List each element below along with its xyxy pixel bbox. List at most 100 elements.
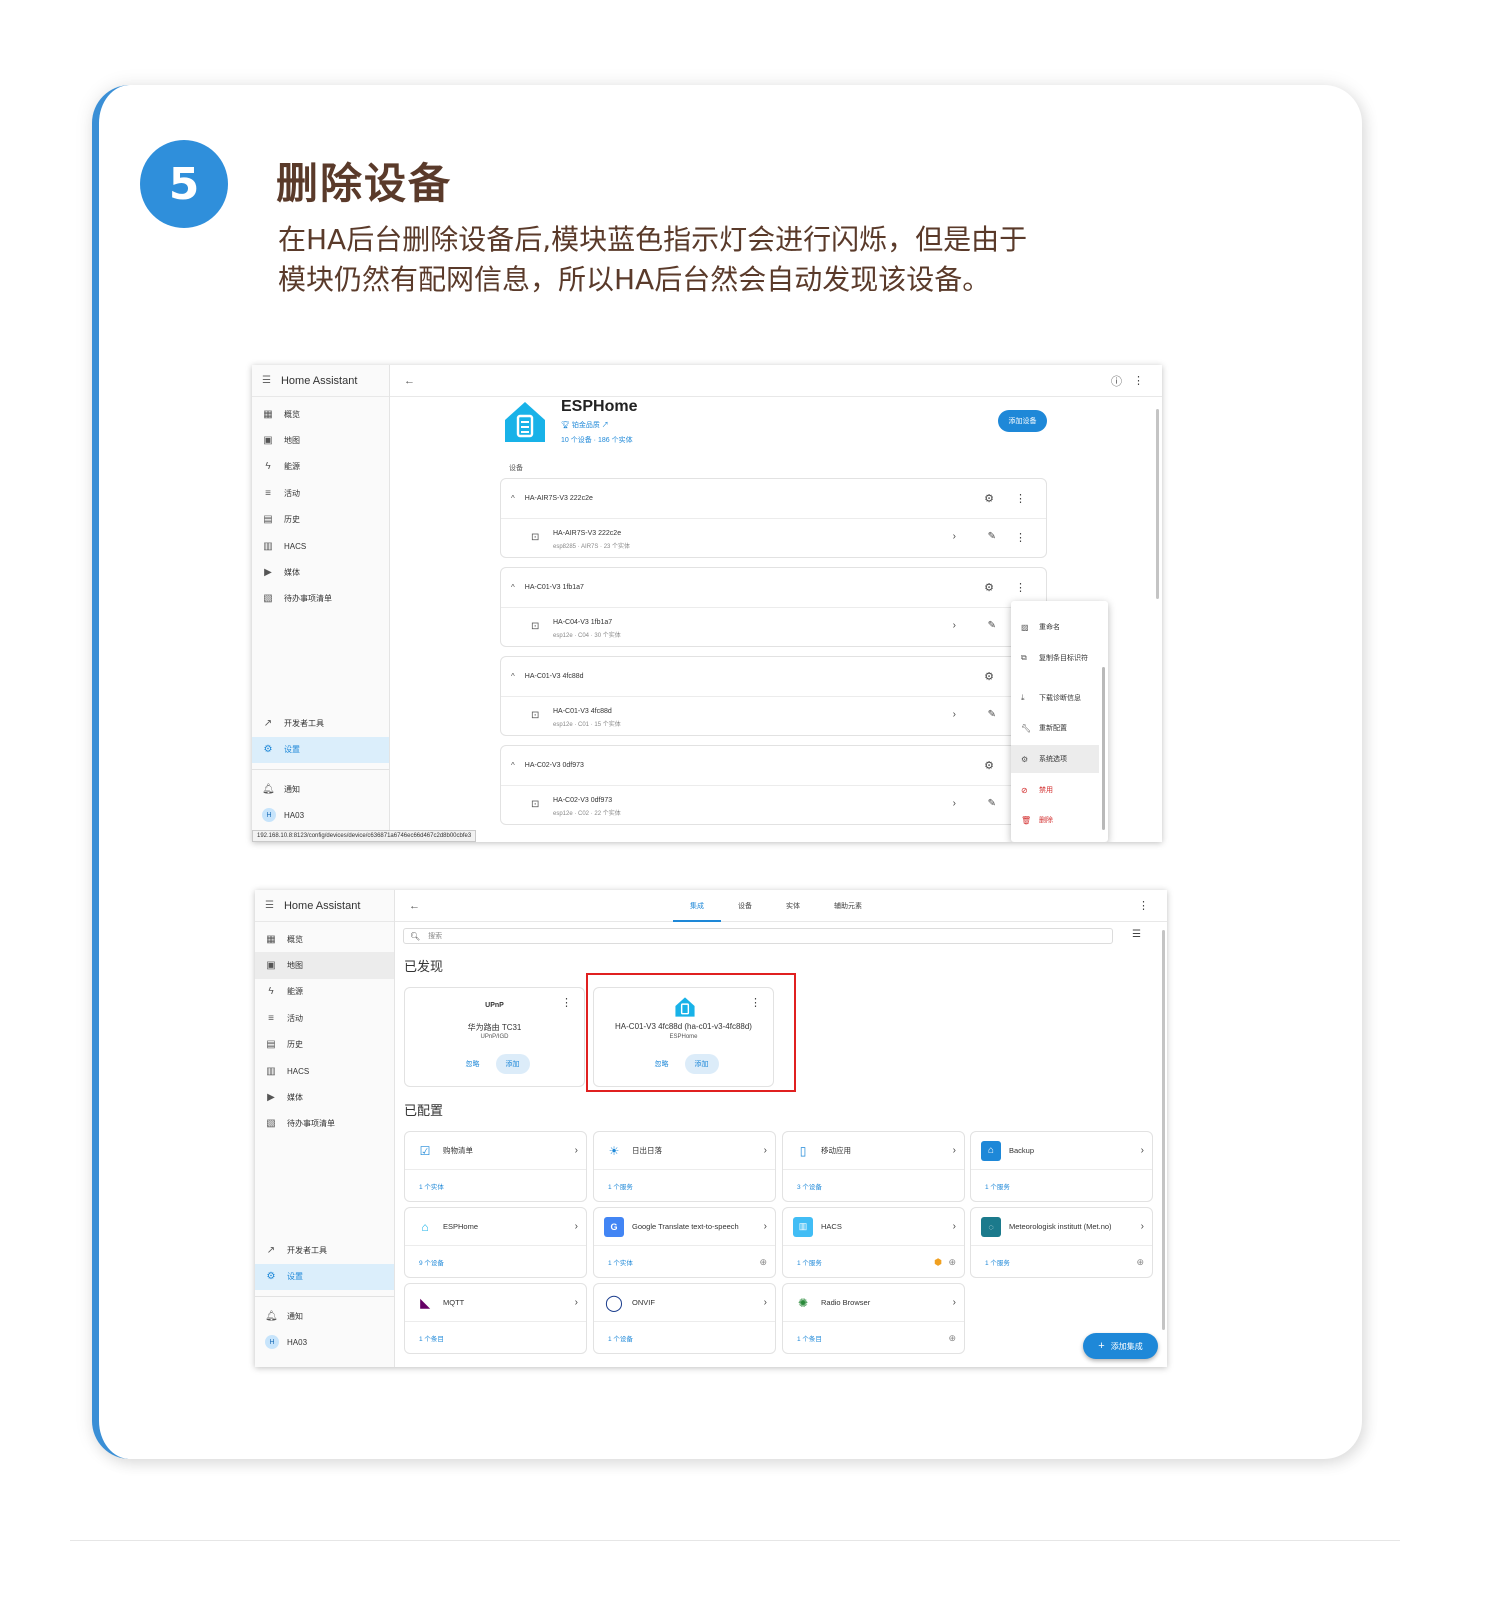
- ignore-button[interactable]: 忽略: [460, 1054, 486, 1074]
- pencil-icon[interactable]: ✎: [988, 531, 996, 542]
- sidebar-item-overview[interactable]: ▦ 概览: [255, 926, 394, 952]
- pencil-icon[interactable]: ✎: [988, 798, 996, 809]
- help-icon[interactable]: ⓘ: [1111, 373, 1122, 389]
- gear-icon[interactable]: ⚙: [984, 759, 994, 772]
- sidebar-item-notifications[interactable]: 🔔︎ 通知: [255, 1303, 394, 1329]
- chevron-right-icon[interactable]: ›: [953, 531, 956, 542]
- chevron-up-icon[interactable]: ^: [511, 583, 515, 592]
- sidebar-item-todo[interactable]: ▧ 待办事项清单: [255, 1111, 394, 1137]
- filter-icon[interactable]: ☰: [1132, 929, 1141, 940]
- device-group-header[interactable]: ^ HA-AIR7S-V3 222c2e ⚙ ⋮: [501, 479, 1046, 519]
- add-device-button[interactable]: 添加设备: [998, 410, 1047, 432]
- chevron-right-icon[interactable]: ›: [953, 709, 956, 720]
- chevron-right-icon[interactable]: ›: [953, 1297, 956, 1308]
- quality-badge[interactable]: 🏆︎ 铂金品质 ↗: [561, 420, 609, 430]
- chevron-right-icon[interactable]: ›: [953, 1221, 956, 1232]
- integration-card-mqtt[interactable]: ◣ MQTT › 1 个条目: [404, 1283, 587, 1354]
- more-vert-icon[interactable]: ⋮: [1015, 581, 1026, 594]
- device-row[interactable]: ⊡ HA-C04-V3 1fb1a7 esp12e · C04 · 30 个实体 › ✎: [501, 608, 1046, 647]
- integration-card-esphome[interactable]: ⌂ ESPHome › 9 个设备: [404, 1207, 587, 1278]
- sidebar-item-hacs[interactable]: ▥ HACS: [255, 1058, 394, 1084]
- menu-icon[interactable]: ☰: [262, 375, 271, 386]
- sidebar-item-map[interactable]: ▣ 地图: [252, 427, 389, 453]
- integration-card-mobile-app[interactable]: ▯ 移动应用 › 3 个设备: [782, 1131, 965, 1202]
- chevron-up-icon[interactable]: ^: [511, 672, 515, 681]
- sidebar-item-logbook[interactable]: ≡ 活动: [255, 1005, 394, 1031]
- more-vert-icon[interactable]: ⋮: [561, 996, 572, 1009]
- tab-devices[interactable]: 设备: [721, 890, 769, 922]
- sidebar-item-media[interactable]: ▶ 媒体: [252, 559, 389, 585]
- menu-item-rename[interactable]: ▨ 重命名: [1011, 613, 1099, 641]
- gear-icon[interactable]: ⚙: [984, 581, 994, 594]
- device-group-header[interactable]: ^ HA-C02-V3 0df973 ⚙: [501, 746, 1046, 786]
- chevron-right-icon[interactable]: ›: [953, 1145, 956, 1156]
- back-arrow-icon[interactable]: ←: [404, 375, 415, 387]
- chevron-right-icon[interactable]: ›: [575, 1297, 578, 1308]
- pencil-icon[interactable]: ✎: [988, 620, 996, 631]
- sidebar-item-hacs[interactable]: ▥ HACS: [252, 533, 389, 559]
- chevron-right-icon[interactable]: ›: [1141, 1221, 1144, 1232]
- more-vert-icon[interactable]: ⋮: [1015, 531, 1026, 544]
- sidebar-item-notifications[interactable]: 🔔︎ 通知: [252, 776, 389, 802]
- integration-card-met-no[interactable]: ◌ Meteorologisk institutt (Met.no) › 1 个服务…: [970, 1207, 1153, 1278]
- chevron-right-icon[interactable]: ›: [1141, 1145, 1144, 1156]
- sidebar-item-history[interactable]: ▤ 历史: [252, 507, 389, 533]
- sidebar-item-history[interactable]: ▤ 历史: [255, 1032, 394, 1058]
- menu-icon[interactable]: ☰: [265, 900, 274, 911]
- tab-helpers[interactable]: 辅助元素: [817, 890, 879, 922]
- integration-card-hacs[interactable]: ▥ HACS › 1 个服务 ⬢ ⊕: [782, 1207, 965, 1278]
- chevron-right-icon[interactable]: ›: [953, 620, 956, 631]
- integration-stats[interactable]: 10 个设备 · 186 个实体: [561, 435, 633, 445]
- integration-card-radio-browser[interactable]: ✺ Radio Browser › 1 个条目 ⊕: [782, 1283, 965, 1354]
- back-arrow-icon[interactable]: ←: [409, 900, 420, 912]
- sidebar-item-dev-tools[interactable]: ↗ 开发者工具: [255, 1237, 394, 1263]
- device-row[interactable]: ⊡ HA-AIR7S-V3 222c2e esp8285 · AIR7S · 23 …: [501, 519, 1046, 558]
- sidebar-item-energy[interactable]: ϟ 能源: [252, 454, 389, 480]
- chevron-right-icon[interactable]: ›: [764, 1221, 767, 1232]
- sidebar-item-energy[interactable]: ϟ 能源: [255, 979, 394, 1005]
- integration-card-sun[interactable]: ☀ 日出日落 › 1 个服务: [593, 1131, 776, 1202]
- menu-item-delete[interactable]: 🗑︎ 删除: [1011, 806, 1099, 834]
- integration-card-shopping-list[interactable]: ☑ 购物清单 › 1 个实体: [404, 1131, 587, 1202]
- scrollbar[interactable]: [1162, 930, 1165, 1330]
- chevron-right-icon[interactable]: ›: [764, 1297, 767, 1308]
- integration-card-onvif[interactable]: ◯ ONVIF › 1 个设备: [593, 1283, 776, 1354]
- sidebar-item-dev-tools[interactable]: ↗ 开发者工具: [252, 710, 389, 736]
- more-vert-icon[interactable]: ⋮: [1138, 899, 1149, 912]
- sidebar-item-logbook[interactable]: ≡ 活动: [252, 480, 389, 506]
- chevron-up-icon[interactable]: ^: [511, 761, 515, 770]
- more-vert-icon[interactable]: ⋮: [1133, 374, 1144, 387]
- pencil-icon[interactable]: ✎: [988, 709, 996, 720]
- tab-integrations[interactable]: 集成: [673, 890, 721, 922]
- sidebar-item-settings[interactable]: ⚙ 设置: [252, 736, 389, 763]
- device-row[interactable]: ⊡ HA-C02-V3 0df973 esp12e · C02 · 22 个实体 › ✎: [501, 786, 1046, 825]
- menu-scrollbar[interactable]: [1102, 667, 1105, 830]
- chevron-up-icon[interactable]: ^: [511, 494, 515, 503]
- sidebar-item-user[interactable]: H HA03: [252, 802, 389, 828]
- gear-icon[interactable]: ⚙: [984, 670, 994, 683]
- search-input[interactable]: 🔍︎ 搜索: [403, 928, 1113, 944]
- more-vert-icon[interactable]: ⋮: [1015, 492, 1026, 505]
- menu-item-system-options[interactable]: ⚙ 系统选项: [1011, 745, 1099, 773]
- sidebar-item-todo[interactable]: ▧ 待办事项清单: [252, 586, 389, 612]
- menu-item-reconfigure[interactable]: 🔧︎ 重新配置: [1011, 714, 1099, 742]
- sidebar-item-map[interactable]: ▣ 地图: [255, 952, 394, 979]
- chevron-right-icon[interactable]: ›: [575, 1145, 578, 1156]
- integration-card-backup[interactable]: ⌂ Backup › 1 个服务: [970, 1131, 1153, 1202]
- integration-card-google-translate[interactable]: G Google Translate text-to-speech › 1 个实体 ⊕: [593, 1207, 776, 1278]
- tab-entities[interactable]: 实体: [769, 890, 817, 922]
- sidebar-item-user[interactable]: H HA03: [255, 1329, 394, 1355]
- menu-item-copy-id[interactable]: ⧉ 复制条目标识符: [1011, 644, 1099, 672]
- add-button[interactable]: 添加: [495, 1054, 530, 1074]
- scrollbar[interactable]: [1156, 409, 1159, 599]
- chevron-right-icon[interactable]: ›: [953, 798, 956, 809]
- chevron-right-icon[interactable]: ›: [764, 1145, 767, 1156]
- add-integration-button[interactable]: + 添加集成: [1083, 1333, 1158, 1359]
- device-group-header[interactable]: ^ HA-C01-V3 1fb1a7 ⚙ ⋮: [501, 568, 1046, 608]
- device-row[interactable]: ⊡ HA-C01-V3 4fc88d esp12e · C01 · 15 个实体 › ✎: [501, 697, 1046, 736]
- menu-item-disable[interactable]: ⊘ 禁用: [1011, 776, 1099, 804]
- sidebar-item-media[interactable]: ▶ 媒体: [255, 1084, 394, 1110]
- menu-item-download-diagnostics[interactable]: ⤓ 下载诊断信息: [1011, 684, 1099, 712]
- chevron-right-icon[interactable]: ›: [575, 1221, 578, 1232]
- gear-icon[interactable]: ⚙: [984, 492, 994, 505]
